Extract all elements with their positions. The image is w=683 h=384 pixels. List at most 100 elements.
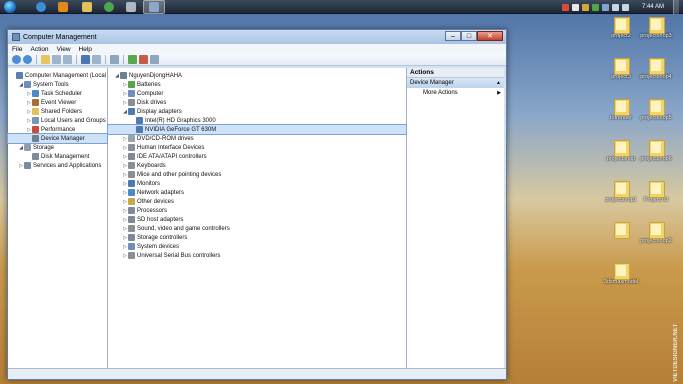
tree-item[interactable]: ◢ Storage	[8, 143, 107, 152]
device-item[interactable]: ▷ Network adapters	[108, 188, 406, 197]
device-icon	[16, 72, 23, 79]
media-player-icon[interactable]	[58, 2, 68, 12]
desktop-folder[interactable]: project2	[603, 17, 639, 39]
desktop-folder[interactable]: project3	[603, 58, 639, 80]
help-icon[interactable]	[81, 55, 90, 64]
desktop-folder[interactable]: tutrender	[603, 99, 639, 121]
desktop-folder[interactable]: projectshop1	[603, 181, 639, 203]
tree-item[interactable]: ◢ System Tools	[8, 80, 107, 89]
menu-action[interactable]: Action	[30, 46, 48, 53]
tree-item[interactable]: Computer Management (Local	[8, 71, 107, 80]
actions-device-manager[interactable]: Device Manager ▲	[407, 78, 504, 88]
properties-icon[interactable]	[92, 55, 101, 64]
more-actions[interactable]: More Actions ▶	[407, 88, 504, 98]
tray-icon[interactable]	[591, 3, 599, 11]
device-icon	[24, 144, 31, 151]
device-item[interactable]: ▷ Mice and other pointing devices	[108, 170, 406, 179]
desktop-folder[interactable]: ProjectTU	[638, 181, 674, 203]
clock[interactable]: 7:44 AM	[642, 4, 664, 10]
explorer-icon[interactable]	[82, 2, 92, 12]
forward-icon[interactable]	[23, 55, 32, 64]
device-icon	[120, 72, 127, 79]
window-title: Computer Management	[23, 33, 97, 41]
export-list-icon[interactable]	[63, 55, 72, 64]
console-tree: Computer Management (Local ◢ System Tools ▷…	[7, 68, 108, 368]
device-label: Network adapters	[137, 189, 185, 196]
device-item[interactable]: ▷ Other devices	[108, 197, 406, 206]
device-item[interactable]: ▷ SD host adapters	[108, 215, 406, 224]
menu-help[interactable]: Help	[79, 46, 92, 53]
device-item[interactable]: ▷ Batteries	[108, 80, 406, 89]
tree-label: Disk Management	[41, 153, 90, 160]
tray-icon[interactable]	[571, 3, 579, 11]
collapse-up-icon[interactable]: ▲	[496, 80, 501, 86]
device-item[interactable]: ▷ Sound, video and game controllers	[108, 224, 406, 233]
device-item[interactable]: ▷ Disk drives	[108, 98, 406, 107]
device-item[interactable]: ▷ Computer	[108, 89, 406, 98]
disable-icon[interactable]	[150, 55, 159, 64]
device-list: ◢ NguyenDjongHAHA ▷ Batteries ▷ Computer ▷ Disk…	[107, 68, 407, 368]
tree-item[interactable]: ▷ Shared Folders	[8, 107, 107, 116]
ie-icon[interactable]	[36, 2, 46, 12]
desktop-folder[interactable]: projectshop4	[638, 58, 674, 80]
device-item[interactable]: ▷ Universal Serial Bus controllers	[108, 251, 406, 260]
scan-hardware-icon[interactable]	[110, 55, 119, 64]
tree-label: Computer Management (Local	[25, 72, 107, 79]
show-hide-tree-icon[interactable]	[52, 55, 61, 64]
actions-header: Actions	[407, 68, 504, 78]
tray-icon[interactable]	[561, 3, 569, 11]
device-item[interactable]: Intel(R) HD Graphics 3000	[108, 116, 406, 125]
games-icon[interactable]	[126, 2, 136, 12]
device-item[interactable]: ◢ Display adapters	[108, 107, 406, 116]
desktop-folder[interactable]: projectshop2	[638, 222, 674, 244]
title-bar[interactable]: Computer Management – □ ✕	[8, 30, 506, 44]
network-icon[interactable]	[611, 3, 619, 11]
actions-device-manager-label: Device Manager	[410, 80, 454, 86]
chrome-icon[interactable]	[104, 2, 114, 12]
back-icon[interactable]	[12, 55, 21, 64]
device-icon	[128, 252, 135, 259]
device-item[interactable]: ▷ Human Interface Devices	[108, 143, 406, 152]
desktop-folder[interactable]: projectshop	[603, 140, 639, 162]
device-item[interactable]: ▷ IDE ATA/ATAPI controllers	[108, 152, 406, 161]
update-driver-icon[interactable]	[128, 55, 137, 64]
device-item[interactable]: ▷ DVD/CD-ROM drives	[108, 134, 406, 143]
tree-item[interactable]: ▷ Services and Applications	[8, 161, 107, 170]
device-item[interactable]: NVIDIA GeForce GT 630M	[107, 124, 407, 135]
minimize-button[interactable]: –	[445, 31, 461, 41]
computer-management-window: Computer Management – □ ✕ File Action Vi…	[7, 29, 507, 380]
up-folder-icon[interactable]	[41, 55, 50, 64]
desktop-folder[interactable]: projectshop5	[638, 99, 674, 121]
tree-item[interactable]: ▷ Event Viewer	[8, 98, 107, 107]
menu-view[interactable]: View	[57, 46, 71, 53]
device-item[interactable]: ▷ Keyboards	[108, 161, 406, 170]
device-item[interactable]: ▷ Monitors	[108, 179, 406, 188]
desktop-folder[interactable]: projectshop6	[638, 140, 674, 162]
start-button[interactable]	[4, 1, 16, 13]
close-button[interactable]: ✕	[477, 31, 503, 41]
tree-item[interactable]: Device Manager	[7, 133, 108, 144]
tree-label: Performance	[41, 126, 76, 133]
device-icon	[24, 162, 31, 169]
show-desktop-button[interactable]	[673, 0, 679, 14]
device-item[interactable]: ▷ System devices	[108, 242, 406, 251]
tray-icon[interactable]	[601, 3, 609, 11]
tree-label: Storage	[33, 144, 55, 151]
device-item[interactable]: ▷ Storage controllers	[108, 233, 406, 242]
device-item[interactable]: ◢ NguyenDjongHAHA	[108, 71, 406, 80]
desktop-folder[interactable]: 3dsmaxmodel	[603, 263, 639, 285]
maximize-button[interactable]: □	[461, 31, 477, 41]
tree-item[interactable]: ▷ Local Users and Groups	[8, 116, 107, 125]
tray-icon[interactable]	[581, 3, 589, 11]
uninstall-icon[interactable]	[139, 55, 148, 64]
menu-file[interactable]: File	[12, 46, 22, 53]
tree-item[interactable]: ▷ Task Scheduler	[8, 89, 107, 98]
desktop-folder[interactable]	[603, 222, 639, 239]
device-item[interactable]: ▷ Processors	[108, 206, 406, 215]
tree-item[interactable]: Disk Management	[8, 152, 107, 161]
system-tray: 7:44 AM	[561, 0, 683, 14]
device-label: Batteries	[137, 81, 161, 88]
tree-item[interactable]: ▷ Performance	[8, 125, 107, 134]
volume-icon[interactable]	[621, 3, 629, 11]
desktop-folder[interactable]: projectshop3	[638, 17, 674, 39]
